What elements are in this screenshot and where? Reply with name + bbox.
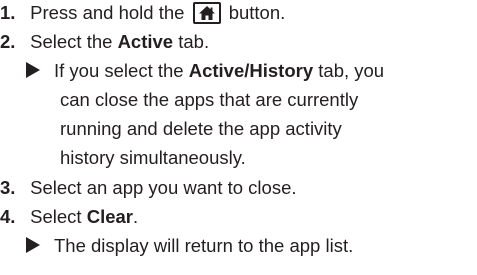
arrow-right-icon — [26, 62, 40, 78]
step-2-bold: Active — [117, 31, 174, 52]
step-1: 1. Press and hold the button. — [0, 0, 285, 26]
step-2-note-text-before: If you select the — [54, 60, 184, 81]
step-2-text-after: tab. — [178, 31, 210, 52]
step-2-note-bold: Active/History — [188, 60, 314, 81]
step-1-text-after: button. — [228, 2, 286, 23]
step-2-note-text-after: tab, you — [318, 60, 385, 81]
step-2-note-line-2: can close the apps that are currently — [60, 89, 359, 110]
step-2: 2. Select the Active tab. — [0, 29, 209, 55]
step-4-number: 4. — [0, 206, 16, 227]
instructions-document: 1. Press and hold the button. 2. Select … — [0, 0, 477, 275]
step-4-text-before: Select — [30, 206, 82, 227]
step-4-text-after: . — [132, 206, 139, 227]
step-1-number: 1. — [0, 2, 16, 23]
step-3: 3. Select an app you want to close. — [0, 175, 297, 201]
home-icon — [192, 2, 221, 24]
step-2-number: 2. — [0, 31, 16, 52]
step-2-text-before: Select the — [30, 31, 113, 52]
step-4-note-line-1: The display will return to the app list. — [26, 233, 353, 259]
step-2-note-line-1: If you select the Active/History tab, yo… — [26, 58, 384, 84]
step-1-text-before: Press and hold the — [30, 2, 185, 23]
step-2-note-line-4: history simultaneously. — [60, 147, 246, 168]
step-4-note-text: The display will return to the app list. — [54, 235, 354, 256]
step-4-bold: Clear — [86, 206, 133, 227]
step-4: 4. Select Clear. — [0, 204, 138, 230]
step-2-note-line-3: running and delete the app activity — [60, 118, 342, 139]
step-3-text: Select an app you want to close. — [30, 177, 297, 198]
arrow-right-icon — [26, 237, 40, 253]
step-3-number: 3. — [0, 177, 16, 198]
